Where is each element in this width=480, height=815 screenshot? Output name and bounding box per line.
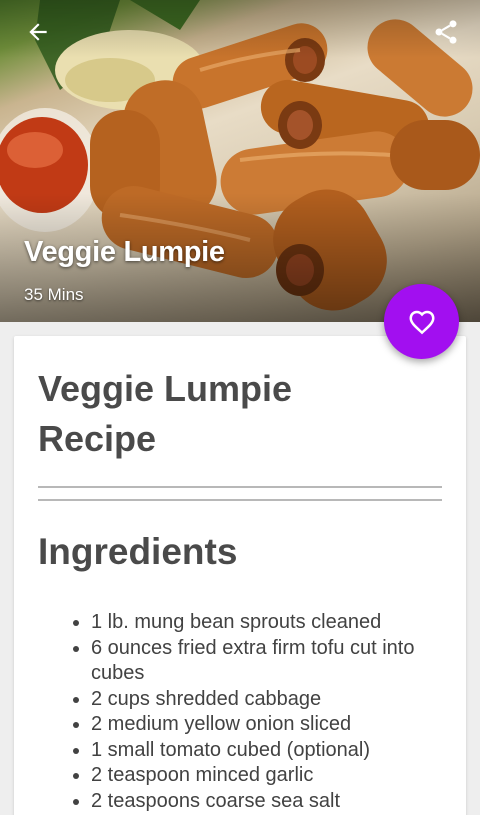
hero-image: Veggie Lumpie 35 Mins [0, 0, 480, 322]
share-button[interactable] [426, 14, 466, 50]
ingredient-item: 2 cups shredded cabbage [69, 687, 449, 713]
favorite-button[interactable] [384, 284, 459, 359]
ingredient-item: 6 ounces fried extra firm tofu cut into … [69, 636, 449, 687]
recipe-card: Veggie Lumpie Recipe Ingredients 1 lb. m… [14, 336, 466, 815]
ingredient-item: 1 small tomato cubed (optional) [69, 738, 449, 764]
ingredient-item: 1 lb. mung bean sprouts cleaned [69, 610, 449, 636]
ingredients-list: 1 lb. mung bean sprouts cleaned 6 ounces… [69, 610, 449, 814]
hero-title: Veggie Lumpie [24, 236, 225, 268]
recipe-title: Veggie Lumpie Recipe [38, 368, 293, 459]
divider [38, 486, 442, 488]
ingredients-heading: Ingredients [38, 531, 238, 572]
arrow-left-icon [29, 23, 47, 41]
divider [38, 499, 442, 501]
ingredient-item: 2 medium yellow onion sliced [69, 712, 449, 738]
hero-overlay [0, 0, 480, 322]
cook-time: 35 Mins [24, 285, 84, 304]
ingredient-item: 2 teaspoons coarse sea salt [69, 789, 449, 815]
ingredient-item: 2 teaspoon minced garlic [69, 763, 449, 789]
share-icon [435, 20, 457, 44]
heart-outline-icon [408, 310, 435, 334]
back-button[interactable] [18, 14, 58, 50]
recipe-screen: Veggie Lumpie 35 Mins Veggie Lumpie Reci… [0, 0, 480, 815]
